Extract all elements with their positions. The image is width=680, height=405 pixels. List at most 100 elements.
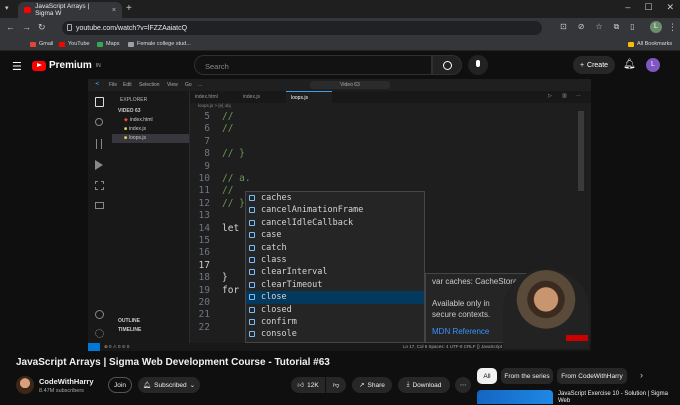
bookmark-gmail[interactable]: Gmail — [30, 41, 53, 47]
chip-all[interactable]: All — [477, 368, 497, 384]
youtube-favicon-icon — [24, 7, 32, 13]
account-avatar[interactable]: L — [646, 58, 660, 72]
line-number: 13 — [198, 210, 210, 222]
bookmark-female-college[interactable]: Female college stud... — [128, 41, 191, 47]
download-button[interactable]: ⤓ Download — [398, 377, 450, 393]
line-number: 8 — [204, 148, 210, 160]
youtube-play-icon — [32, 60, 46, 71]
suggestion-item: class — [246, 254, 424, 266]
line-number: 12 — [198, 197, 210, 209]
minimize-icon[interactable]: – — [625, 2, 630, 13]
source-control-icon — [96, 139, 102, 149]
globe-icon — [128, 41, 134, 47]
channel-avatar[interactable] — [16, 376, 34, 394]
more-actions-button[interactable]: ⋯ — [455, 377, 471, 393]
chip-from-series[interactable]: From the series — [501, 368, 553, 384]
chevron-right-icon[interactable]: › — [640, 370, 643, 380]
symbol-icon — [249, 257, 255, 263]
browser-menu-icon[interactable]: ⋮ — [668, 22, 677, 33]
channel-name[interactable]: CodeWithHarry — [39, 377, 94, 386]
forward-icon[interactable]: → — [22, 22, 31, 32]
create-button[interactable]: + Create — [573, 56, 615, 74]
timeline-section: TIMELINE — [118, 327, 142, 333]
share-button[interactable]: ↗ Share — [352, 377, 392, 393]
browser-profile-avatar[interactable]: L — [650, 21, 662, 33]
recommended-thumbnail[interactable] — [477, 390, 553, 404]
like-button[interactable]: 👍︎ 12K — [291, 377, 325, 393]
suggestion-label: caches — [261, 193, 292, 203]
close-window-icon[interactable]: ✕ — [666, 2, 674, 13]
browser-tab[interactable]: JavaScript Arrays | Sigma W × — [18, 2, 122, 18]
join-button[interactable]: Join — [108, 377, 132, 393]
notifications-bell-icon[interactable]: 🔔︎ — [623, 59, 636, 70]
suggestion-item: clearTimeout — [246, 279, 424, 291]
problems-status: ⊗ 0 ⚠ 0 ⊙ 0 — [104, 344, 130, 349]
subscribed-button[interactable]: 🔔︎ Subscribed ⌄ — [138, 377, 200, 393]
suggestion-label: closed — [261, 304, 292, 315]
symbol-icon — [249, 232, 255, 239]
subscriber-count: 8.47M subscribers — [39, 388, 84, 394]
suggestion-item: caches — [246, 192, 424, 204]
symbol-icon — [249, 331, 255, 338]
address-bar[interactable]: youtube.com/watch?v=lFZZAaiatcQ — [62, 21, 542, 35]
accounts-icon — [95, 310, 104, 319]
bookmark-maps[interactable]: Maps — [97, 41, 119, 47]
youtube-premium-logo[interactable]: Premium IN — [32, 60, 101, 71]
line-number: 14 — [198, 222, 210, 234]
suggestion-label: class — [261, 255, 287, 265]
editor-scrollbar — [578, 111, 584, 191]
cursor-position-status: Ln 17, Col 6 Spaces: 4 UTF-8 CRLF {} Jav… — [403, 344, 503, 349]
gmail-icon — [30, 41, 36, 47]
youtube-icon — [59, 41, 65, 47]
new-tab-button[interactable]: + — [126, 3, 132, 14]
recommended-title[interactable]: JavaScript Exercise 10 - Solution | Sigm… — [558, 391, 678, 405]
back-icon[interactable]: ← — [6, 22, 15, 32]
video-player[interactable]: ≺ File Edit Selection View Go ... Video … — [88, 79, 591, 351]
split-editor-icon: ▥ — [562, 93, 567, 99]
code-text: // — [222, 185, 234, 197]
maximize-icon[interactable]: ☐ — [644, 2, 652, 13]
extensions-icon[interactable]: ⧉ — [614, 22, 620, 32]
suggestion-item: close — [246, 291, 424, 304]
js-file-icon: ■ — [124, 126, 128, 132]
thumbs-up-icon: 👍︎ — [297, 382, 305, 389]
suggestion-label: catch — [261, 242, 287, 253]
js-file-icon: ■ — [124, 135, 128, 141]
bookmark-star-icon[interactable]: ☆ — [595, 22, 602, 32]
file-index-html: ◆ index.html — [124, 117, 153, 123]
more-horizontal-icon: ⋯ — [459, 382, 467, 389]
suggestion-item: cancelIdleCallback — [246, 217, 424, 229]
extensions-icon — [95, 181, 104, 190]
editor-breadcrumb: loops.js > [e] obj — [198, 103, 231, 108]
voice-search-icon[interactable] — [468, 55, 488, 75]
chip-from-codewithharry[interactable]: From CodeWithHarry — [557, 368, 627, 384]
suggestion-item: catch — [246, 242, 424, 254]
line-number: 21 — [198, 309, 210, 321]
code-text: } — [222, 272, 228, 284]
editor-tab-index-js: index.js — [243, 94, 260, 100]
menu-go: Go — [185, 82, 192, 88]
vscode-command-center: Video 63 — [310, 81, 390, 89]
suggestion-item: confirm — [246, 316, 424, 328]
line-number: 15 — [198, 235, 210, 246]
search-input[interactable]: Search — [194, 55, 432, 75]
sidebar-icon[interactable]: ▯ — [630, 22, 634, 32]
symbol-icon — [249, 244, 255, 251]
all-bookmarks[interactable]: All Bookmarks — [628, 41, 672, 47]
menu-edit: Edit — [123, 82, 132, 88]
suggestion-label: clearInterval — [261, 267, 328, 278]
dislike-button[interactable]: 👎︎ — [326, 377, 346, 393]
bell-icon: 🔔︎ — [142, 382, 152, 389]
install-icon[interactable]: ⊡ — [560, 22, 567, 32]
symbol-icon — [249, 319, 255, 325]
menu-icon[interactable]: ☰ — [12, 60, 22, 73]
code-text: // } — [222, 148, 245, 160]
bookmark-youtube[interactable]: YouTube — [59, 41, 90, 47]
tab-search-icon[interactable]: ▾ — [5, 4, 9, 12]
search-button[interactable] — [432, 55, 462, 75]
file-index-js: ■ index.js — [124, 126, 146, 132]
reload-icon[interactable]: ↻ — [38, 22, 46, 33]
eye-off-icon[interactable]: ⊘ — [578, 22, 585, 32]
close-tab-icon[interactable]: × — [112, 7, 116, 14]
suggestion-label: confirm — [261, 317, 297, 327]
